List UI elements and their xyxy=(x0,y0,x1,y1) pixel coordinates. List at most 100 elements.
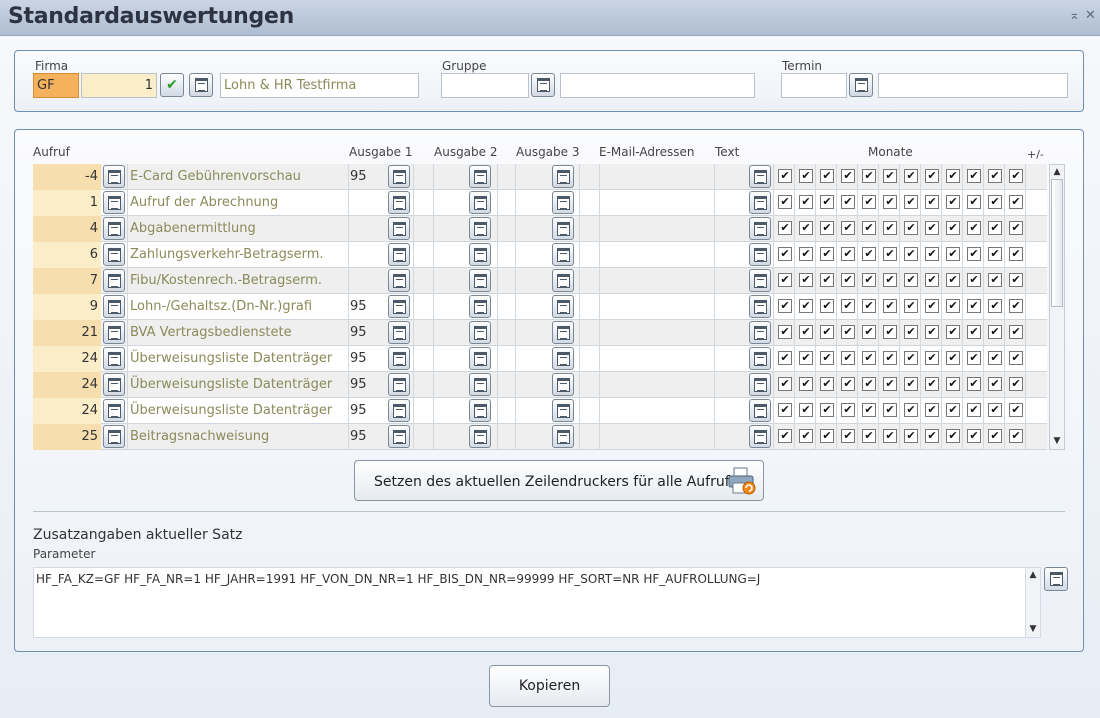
close-icon[interactable]: ✕ xyxy=(1085,8,1096,23)
ausgabe3-lookup-button[interactable] xyxy=(552,243,574,266)
ausgabe3-lookup-button[interactable] xyxy=(552,399,574,422)
month-checkbox[interactable]: ✔ xyxy=(841,429,855,443)
month-checkbox[interactable]: ✔ xyxy=(799,429,813,443)
text-lookup-button[interactable] xyxy=(749,347,771,370)
month-checkbox[interactable]: ✔ xyxy=(820,299,834,313)
month-checkbox[interactable]: ✔ xyxy=(841,403,855,417)
month-checkbox[interactable]: ✔ xyxy=(841,351,855,365)
month-checkbox[interactable]: ✔ xyxy=(841,377,855,391)
table-row[interactable]: 4 Abgabenermittlung ✔ ✔ ✔ ✔ ✔ ✔ ✔ ✔ ✔ ✔ ✔ ✔ xyxy=(33,216,1047,242)
month-checkbox[interactable]: ✔ xyxy=(1009,221,1023,235)
month-checkbox[interactable]: ✔ xyxy=(820,247,834,261)
month-checkbox[interactable]: ✔ xyxy=(946,299,960,313)
gruppe-lookup-button[interactable] xyxy=(531,73,555,97)
row-name[interactable]: Überweisungsliste Datenträger xyxy=(130,372,346,398)
month-checkbox[interactable]: ✔ xyxy=(841,273,855,287)
month-checkbox[interactable]: ✔ xyxy=(841,195,855,209)
row-ausgabe1[interactable]: 95 xyxy=(350,424,386,450)
row-ausgabe1[interactable] xyxy=(350,242,386,268)
month-checkbox[interactable]: ✔ xyxy=(883,325,897,339)
aufruf-lookup-button[interactable] xyxy=(103,425,125,448)
month-checkbox[interactable]: ✔ xyxy=(841,221,855,235)
month-checkbox[interactable]: ✔ xyxy=(883,403,897,417)
param-scroll-down-icon[interactable]: ▼ xyxy=(1027,623,1039,635)
text-lookup-button[interactable] xyxy=(749,399,771,422)
table-row[interactable]: -4 E-Card Gebührenvorschau 95 ✔ ✔ ✔ ✔ ✔ ✔ ✔ ✔ ✔ ✔ ✔ ✔ xyxy=(33,164,1047,190)
ausgabe1-lookup-button[interactable] xyxy=(388,217,410,240)
month-checkbox[interactable]: ✔ xyxy=(778,403,792,417)
row-ausgabe1[interactable]: 95 xyxy=(350,372,386,398)
month-checkbox[interactable]: ✔ xyxy=(967,273,981,287)
month-checkbox[interactable]: ✔ xyxy=(799,221,813,235)
row-name[interactable]: Fibu/Kostenrech.-Betragserm. xyxy=(130,268,346,294)
month-checkbox[interactable]: ✔ xyxy=(1009,169,1023,183)
month-checkbox[interactable]: ✔ xyxy=(820,195,834,209)
text-lookup-button[interactable] xyxy=(749,217,771,240)
month-checkbox[interactable]: ✔ xyxy=(1009,273,1023,287)
text-lookup-button[interactable] xyxy=(749,321,771,344)
row-name[interactable]: BVA Vertragsbedienstete xyxy=(130,320,346,346)
month-checkbox[interactable]: ✔ xyxy=(820,325,834,339)
aufruf-lookup-button[interactable] xyxy=(103,321,125,344)
month-checkbox[interactable]: ✔ xyxy=(862,325,876,339)
month-checkbox[interactable]: ✔ xyxy=(862,429,876,443)
month-checkbox[interactable]: ✔ xyxy=(883,195,897,209)
month-checkbox[interactable]: ✔ xyxy=(988,169,1002,183)
month-checkbox[interactable]: ✔ xyxy=(799,377,813,391)
month-checkbox[interactable]: ✔ xyxy=(862,403,876,417)
scroll-thumb[interactable] xyxy=(1051,179,1063,307)
set-printer-button[interactable]: Setzen des aktuellen Zeilendruckers für … xyxy=(354,460,764,501)
row-number[interactable]: 7 xyxy=(33,268,101,294)
month-checkbox[interactable]: ✔ xyxy=(883,273,897,287)
month-checkbox[interactable]: ✔ xyxy=(883,169,897,183)
row-name[interactable]: Zahlungsverkehr-Betragserm. xyxy=(130,242,346,268)
firma-name-field[interactable]: Lohn & HR Testfirma xyxy=(220,73,419,98)
row-number[interactable]: 25 xyxy=(33,424,101,450)
month-checkbox[interactable]: ✔ xyxy=(946,429,960,443)
param-scroll-up-icon[interactable]: ▲ xyxy=(1027,569,1039,581)
ausgabe3-lookup-button[interactable] xyxy=(552,295,574,318)
month-checkbox[interactable]: ✔ xyxy=(820,403,834,417)
gruppe-name-field[interactable] xyxy=(560,73,755,98)
month-checkbox[interactable]: ✔ xyxy=(778,273,792,287)
month-checkbox[interactable]: ✔ xyxy=(862,299,876,313)
row-ausgabe1[interactable]: 95 xyxy=(350,320,386,346)
month-checkbox[interactable]: ✔ xyxy=(988,221,1002,235)
parameter-lookup-button[interactable] xyxy=(1044,567,1068,591)
month-checkbox[interactable]: ✔ xyxy=(799,325,813,339)
parameter-textarea[interactable]: HF_FA_KZ=GF HF_FA_NR=1 HF_JAHR=1991 HF_V… xyxy=(33,567,1041,638)
month-checkbox[interactable]: ✔ xyxy=(799,299,813,313)
month-checkbox[interactable]: ✔ xyxy=(820,429,834,443)
table-row[interactable]: 24 Überweisungsliste Datenträger 95 ✔ ✔ ✔ ✔ ✔ ✔ ✔… xyxy=(33,346,1047,372)
ausgabe2-lookup-button[interactable] xyxy=(469,243,491,266)
ausgabe3-lookup-button[interactable] xyxy=(552,347,574,370)
ausgabe1-lookup-button[interactable] xyxy=(388,321,410,344)
table-row[interactable]: 21 BVA Vertragsbedienstete 95 ✔ ✔ ✔ ✔ ✔ ✔ ✔ ✔ ✔ ✔ ✔ ✔ xyxy=(33,320,1047,346)
gruppe-code-field[interactable] xyxy=(441,73,529,98)
month-checkbox[interactable]: ✔ xyxy=(1009,325,1023,339)
ausgabe2-lookup-button[interactable] xyxy=(469,165,491,188)
row-ausgabe1[interactable]: 95 xyxy=(350,294,386,320)
row-name[interactable]: Beitragsnachweisung xyxy=(130,424,346,450)
month-checkbox[interactable]: ✔ xyxy=(904,403,918,417)
month-checkbox[interactable]: ✔ xyxy=(1009,247,1023,261)
confirm-icon[interactable]: ✔ xyxy=(160,73,184,97)
month-checkbox[interactable]: ✔ xyxy=(904,195,918,209)
ausgabe1-lookup-button[interactable] xyxy=(388,165,410,188)
month-checkbox[interactable]: ✔ xyxy=(778,247,792,261)
table-row[interactable]: 25 Beitragsnachweisung 95 ✔ ✔ ✔ ✔ ✔ ✔ ✔ ✔ ✔ ✔ ✔ ✔ xyxy=(33,424,1047,450)
month-checkbox[interactable]: ✔ xyxy=(820,221,834,235)
text-lookup-button[interactable] xyxy=(749,243,771,266)
firma-nr-field[interactable]: 1 xyxy=(81,73,157,98)
month-checkbox[interactable]: ✔ xyxy=(883,299,897,313)
month-checkbox[interactable]: ✔ xyxy=(841,169,855,183)
month-checkbox[interactable]: ✔ xyxy=(904,221,918,235)
text-lookup-button[interactable] xyxy=(749,295,771,318)
month-checkbox[interactable]: ✔ xyxy=(925,325,939,339)
month-checkbox[interactable]: ✔ xyxy=(904,273,918,287)
month-checkbox[interactable]: ✔ xyxy=(1009,195,1023,209)
month-checkbox[interactable]: ✔ xyxy=(1009,377,1023,391)
month-checkbox[interactable]: ✔ xyxy=(946,247,960,261)
month-checkbox[interactable]: ✔ xyxy=(988,247,1002,261)
row-number[interactable]: 24 xyxy=(33,346,101,372)
